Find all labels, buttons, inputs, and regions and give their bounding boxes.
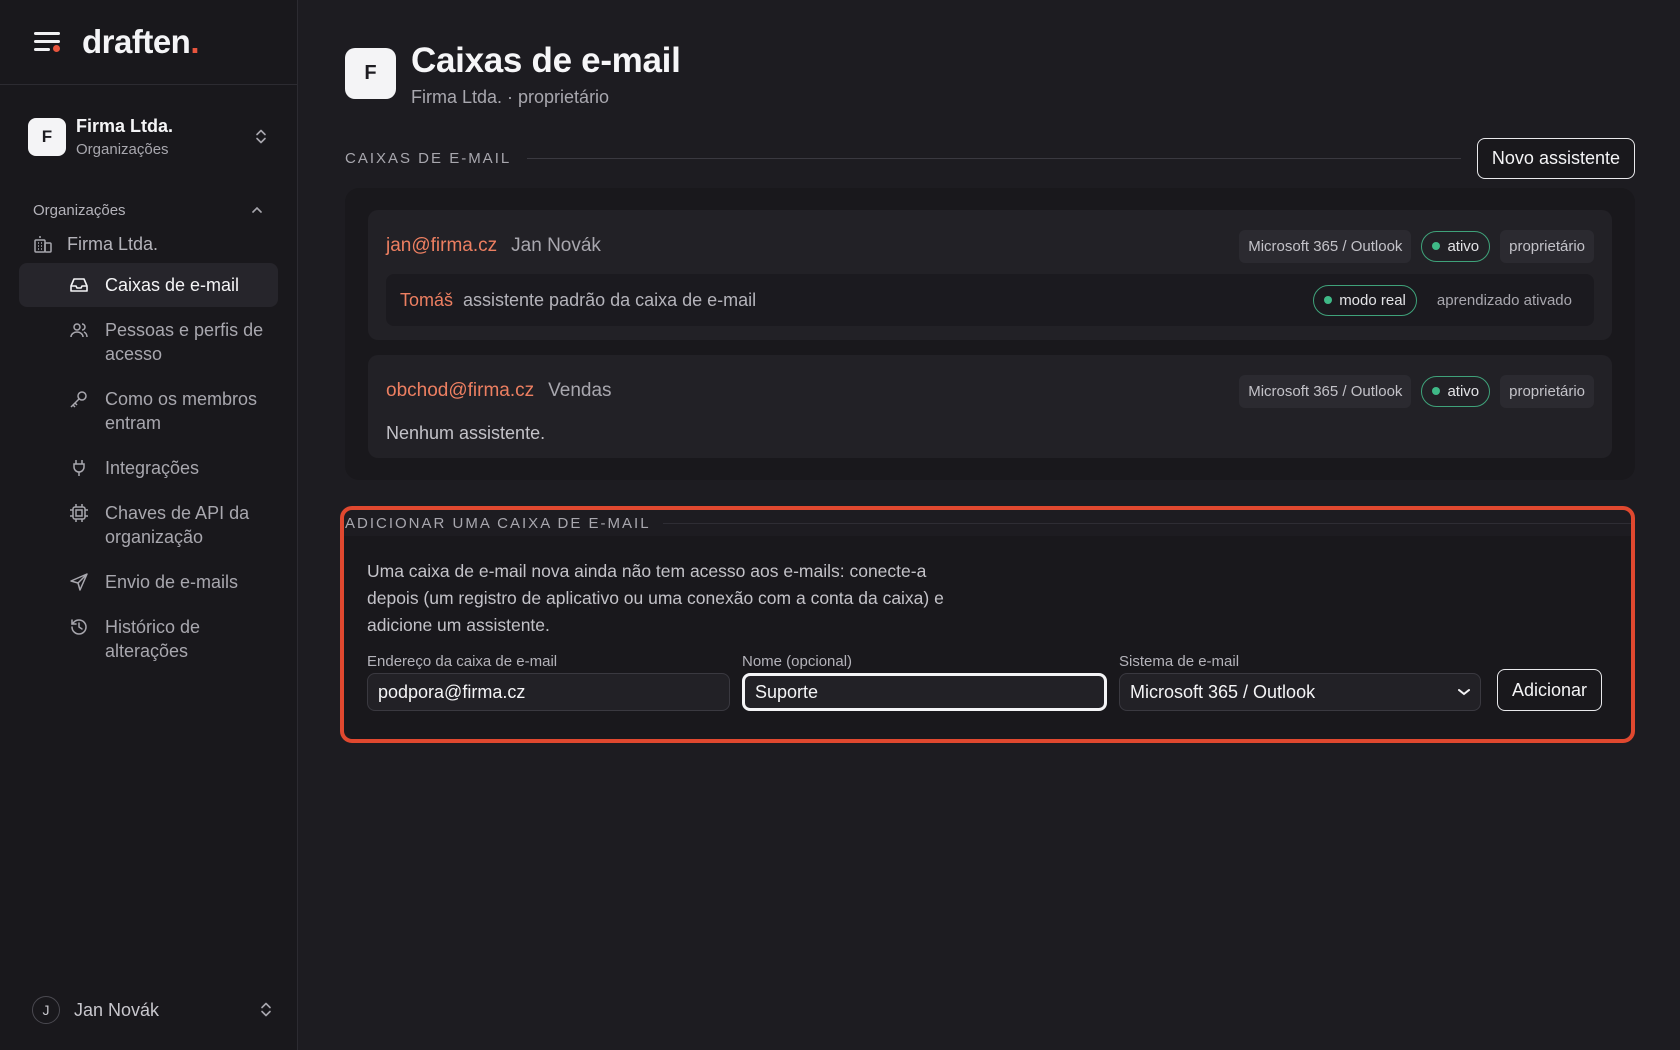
address-label: Endereço da caixa de e-mail xyxy=(367,653,558,670)
add-mailbox-button[interactable]: Adicionar xyxy=(1497,669,1603,711)
assistant-row[interactable]: Tomáš assistente padrão da caixa de e-ma… xyxy=(386,274,1594,326)
system-badge: Microsoft 365 / Outlook xyxy=(1239,374,1412,408)
plug-icon xyxy=(69,458,89,478)
key-icon xyxy=(69,389,89,409)
sidebar: draften. F Firma Ltda. Organizações Orga… xyxy=(0,0,298,1050)
sidebar-item-email-sending[interactable]: Envio de e-mails xyxy=(19,560,278,604)
page-subtitle: Firma Ltda. · proprietário xyxy=(411,87,610,107)
role-badge: proprietário xyxy=(1500,374,1594,408)
mailbox-owner: Jan Novák xyxy=(511,235,601,256)
sidebar-org[interactable]: Firma Ltda. xyxy=(0,225,297,263)
chevron-updown-icon xyxy=(260,1001,272,1020)
new-assistant-button[interactable]: Novo assistente xyxy=(1476,137,1635,179)
status-dot-icon xyxy=(1432,242,1441,250)
building-icon xyxy=(33,234,55,254)
user-avatar: J xyxy=(32,996,60,1024)
status-dot-icon xyxy=(1324,296,1333,304)
send-icon xyxy=(69,572,89,592)
page-avatar: F xyxy=(345,48,396,99)
status-badge: ativo xyxy=(1421,230,1491,262)
sidebar-item-people[interactable]: Pessoas e perfis de acesso xyxy=(19,308,278,376)
brand-logo: draften. xyxy=(82,23,200,60)
section-title: CAIXAS DE E-MAIL xyxy=(345,149,512,167)
main-content: F Caixas de e-mail Firma Ltda. · proprie… xyxy=(340,0,1635,743)
history-icon xyxy=(69,617,89,637)
no-assistant-text: Nenhum assistente. xyxy=(386,423,546,443)
page-title: Caixas de e-mail xyxy=(411,41,681,80)
add-mailbox-panel: Uma caixa de e-mail nova ainda não tem a… xyxy=(344,536,1631,739)
sidebar-item-sign-in[interactable]: Como os membros entram xyxy=(19,377,278,445)
menu-icon[interactable] xyxy=(34,32,60,52)
mode-badge: modo real xyxy=(1313,284,1417,316)
org-switcher-subtitle: Organizações xyxy=(76,141,169,158)
sidebar-item-mailboxes[interactable]: Caixas de e-mail xyxy=(19,263,278,307)
divider xyxy=(527,157,1461,159)
system-label: Sistema de e-mail xyxy=(1119,653,1240,670)
role-badge: proprietário xyxy=(1500,229,1594,263)
brand-bar: draften. xyxy=(0,0,297,85)
user-menu[interactable]: J Jan Novák xyxy=(32,996,272,1024)
add-section-header: ADICIONAR UMA CAIXA DE E-MAIL xyxy=(344,510,1631,536)
chevron-down-icon xyxy=(1458,689,1470,696)
chevron-up-icon xyxy=(252,206,262,213)
system-badge: Microsoft 365 / Outlook xyxy=(1239,229,1412,263)
users-icon xyxy=(69,320,89,340)
page-header: F Caixas de e-mail Firma Ltda. · proprie… xyxy=(345,41,1635,108)
sidebar-item-integrations[interactable]: Integrações xyxy=(19,446,278,490)
sidebar-item-api-keys[interactable]: Chaves de API da organização xyxy=(19,491,278,559)
name-label: Nome (opcional) xyxy=(742,653,853,670)
status-badge: ativo xyxy=(1421,375,1491,407)
mailbox-owner: Vendas xyxy=(548,380,612,401)
mailbox-email[interactable]: obchod@firma.cz xyxy=(386,380,534,402)
learning-status: aprendizado ativado xyxy=(1436,291,1572,309)
sidebar-nav: Caixas de e-mail Pessoas e perfis de ace… xyxy=(0,263,297,673)
section-title: ADICIONAR UMA CAIXA DE E-MAIL xyxy=(345,514,651,532)
add-mailbox-form: Endereço da caixa de e-mail podpora@firm… xyxy=(367,653,1608,711)
sidebar-section-header[interactable]: Organizações xyxy=(0,199,297,221)
mailboxes-section-header: CAIXAS DE E-MAIL Novo assistente xyxy=(345,137,1635,179)
add-mailbox-section: ADICIONAR UMA CAIXA DE E-MAIL Uma caixa … xyxy=(340,506,1635,743)
mailbox-card[interactable]: jan@firma.cz Jan Novák Microsoft 365 / O… xyxy=(368,210,1612,340)
assistant-name[interactable]: Tomáš xyxy=(400,290,453,311)
mailbox-email[interactable]: jan@firma.cz xyxy=(386,235,497,257)
org-switcher[interactable]: F Firma Ltda. Organizações xyxy=(0,85,297,189)
assistant-description: assistente padrão da caixa de e-mail xyxy=(463,289,757,310)
help-text: Uma caixa de e-mail nova ainda não tem a… xyxy=(367,561,944,635)
user-name: Jan Novák xyxy=(74,999,160,1020)
chevron-updown-icon xyxy=(255,128,267,147)
mailbox-card[interactable]: obchod@firma.cz Vendas Microsoft 365 / O… xyxy=(368,355,1612,458)
inbox-icon xyxy=(69,275,89,295)
mailbox-address-input[interactable]: podpora@firma.cz xyxy=(367,673,730,711)
divider xyxy=(662,522,1631,524)
email-system-select[interactable]: Microsoft 365 / Outlook xyxy=(1119,673,1481,711)
sidebar-org-name: Firma Ltda. xyxy=(67,233,159,254)
mailbox-list: jan@firma.cz Jan Novák Microsoft 365 / O… xyxy=(345,188,1635,480)
sidebar-item-history[interactable]: Histórico de alterações xyxy=(19,605,278,673)
org-switcher-name: Firma Ltda. xyxy=(76,116,174,136)
chip-icon xyxy=(69,503,89,523)
status-dot-icon xyxy=(1432,387,1441,395)
sidebar-section-title: Organizações xyxy=(33,201,126,219)
org-avatar: F xyxy=(28,118,66,156)
mailbox-name-input[interactable]: Suporte xyxy=(742,673,1107,711)
